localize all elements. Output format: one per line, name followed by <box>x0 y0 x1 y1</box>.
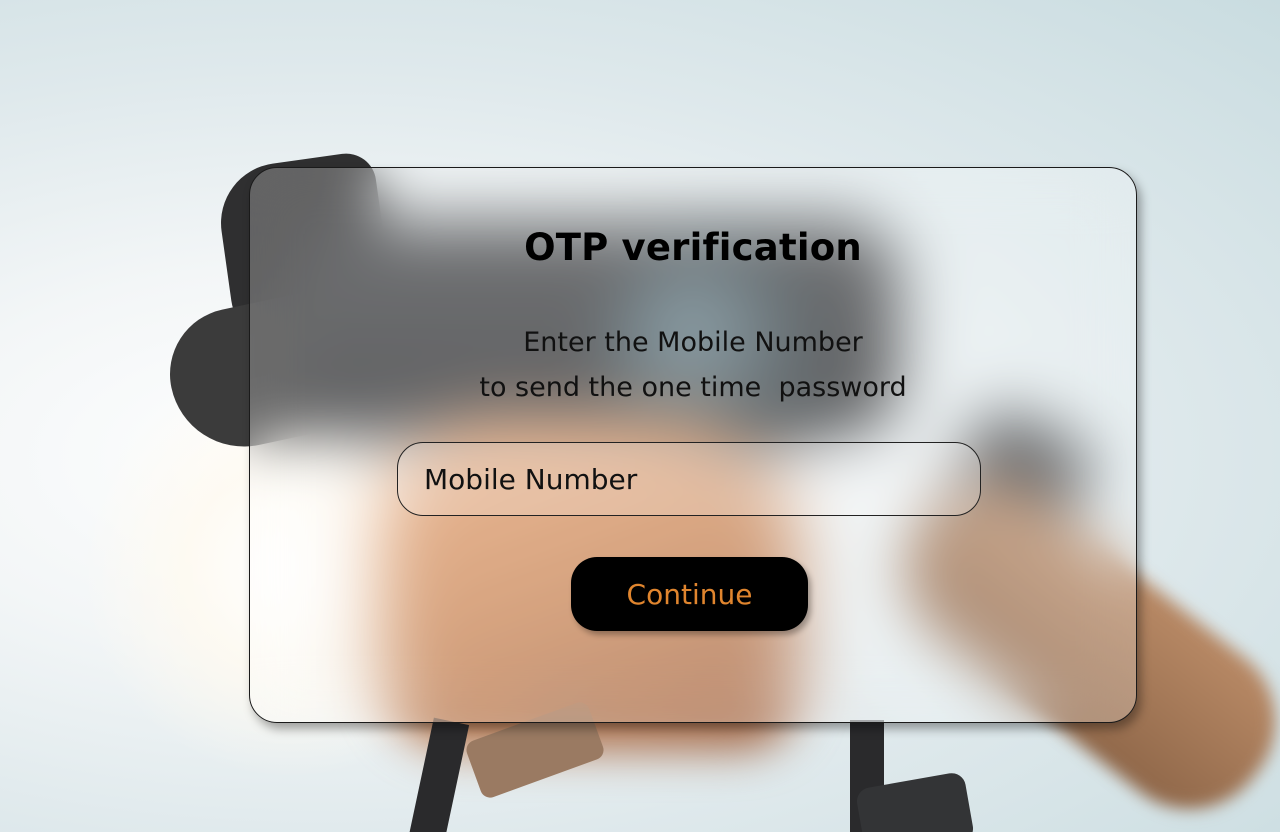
continue-button[interactable]: Continue <box>571 557 808 631</box>
instruction-line-1: Enter the Mobile Number <box>523 327 863 358</box>
instruction-line-2: to send the one time password <box>479 372 907 403</box>
otp-card: OTP verification Enter the Mobile Number… <box>249 167 1137 723</box>
page-title: OTP verification <box>524 226 862 269</box>
otp-page: OTP verification Enter the Mobile Number… <box>0 0 1280 832</box>
mobile-number-input[interactable] <box>398 443 980 515</box>
instruction-text: Enter the Mobile Number to send the one … <box>250 320 1136 410</box>
mobile-number-field[interactable] <box>397 442 981 516</box>
